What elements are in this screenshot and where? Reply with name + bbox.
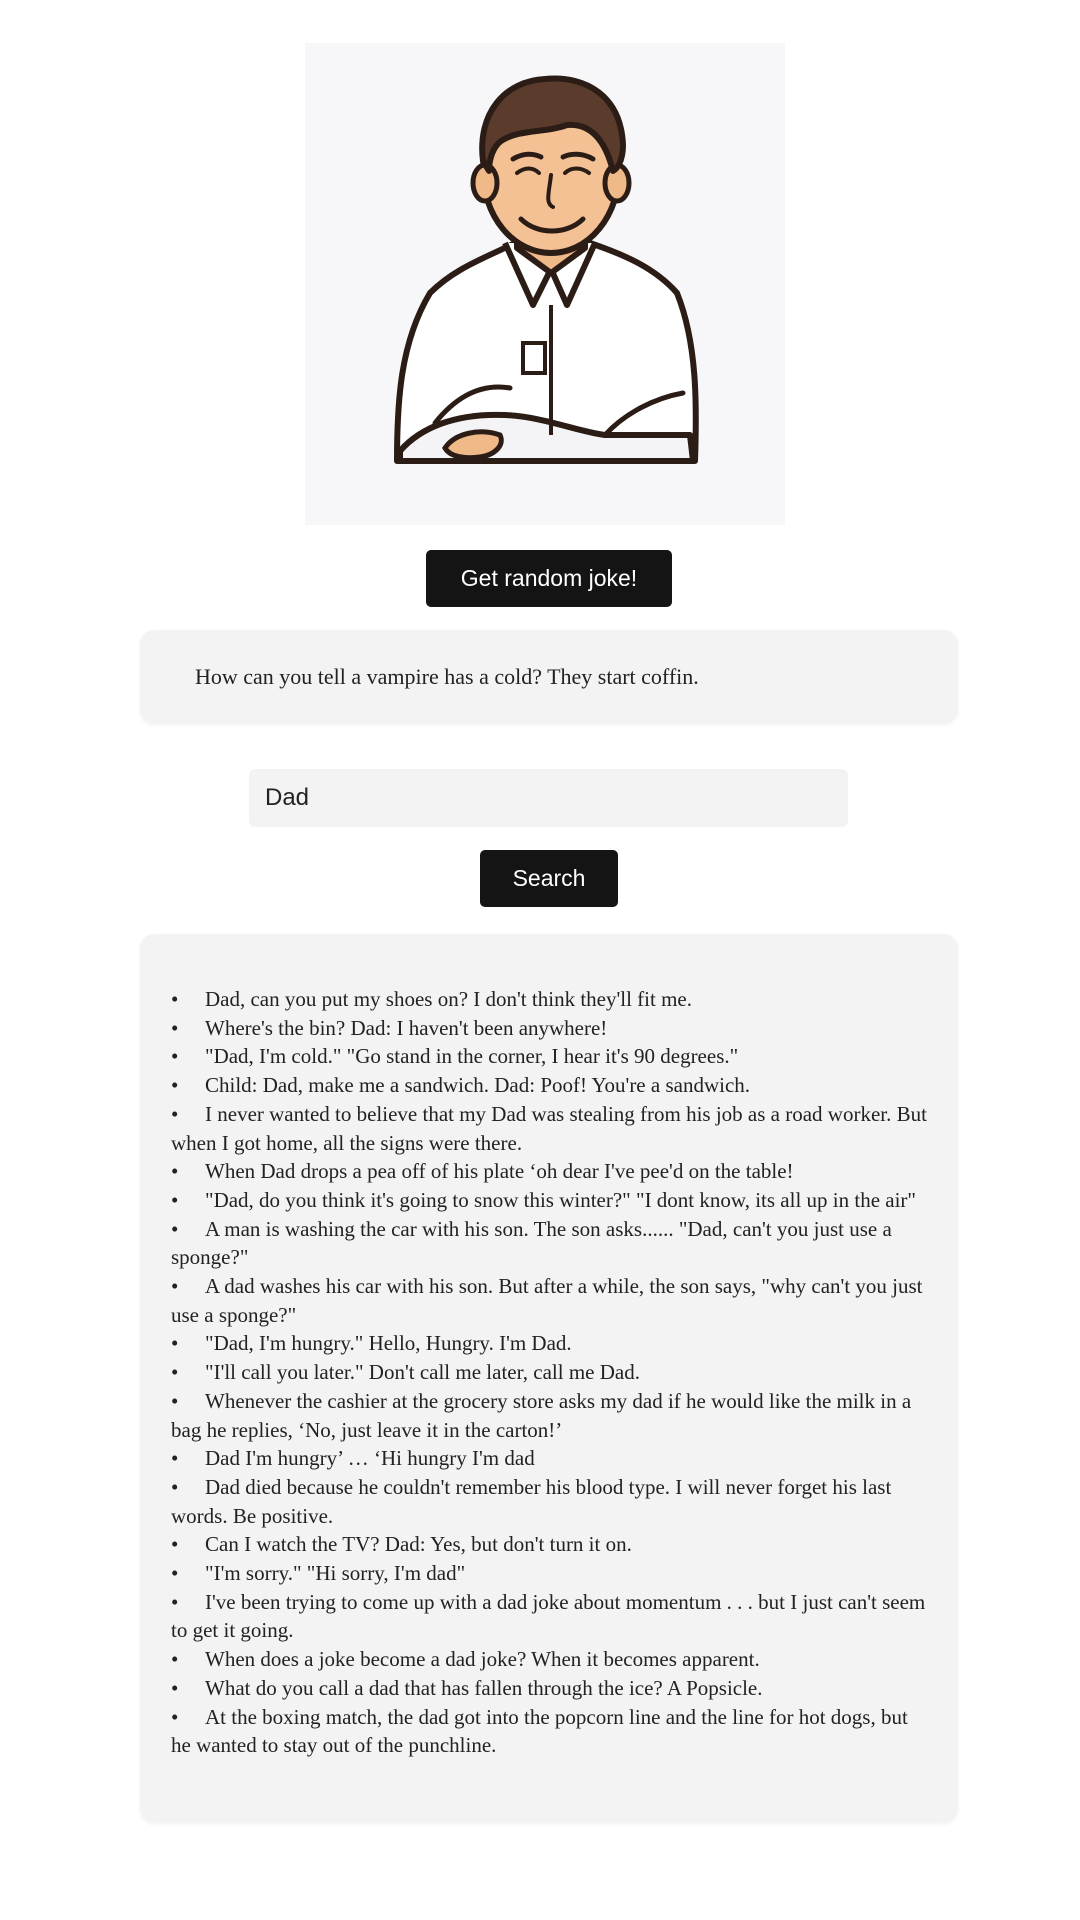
joke-list-text: Can I watch the TV? Dad: Yes, but don't … (205, 1532, 632, 1557)
bullet-icon: • (171, 1675, 179, 1700)
current-joke-card: How can you tell a vampire has a cold? T… (140, 630, 958, 723)
joke-list-item: • Child: Dad, make me a sandwich. Dad: Po… (171, 1071, 930, 1100)
bullet-icon: • (171, 1216, 179, 1241)
search-input[interactable] (249, 769, 848, 827)
bullet-icon: • (171, 1704, 179, 1729)
joke-list-text: When does a joke become a dad joke? When… (205, 1647, 760, 1672)
bullet-icon: • (171, 1101, 179, 1126)
joke-list-item: • Dad I'm hungry’ … ‘Hi hungry I'm dad (171, 1444, 930, 1473)
bullet-icon: • (171, 1561, 179, 1586)
joke-list-text: I've been trying to come up with a dad j… (171, 1589, 926, 1643)
joke-list-item: • "I'm sorry." "Hi sorry, I'm dad" (171, 1559, 930, 1588)
joke-list-item: • "Dad, I'm cold." "Go stand in the corne… (171, 1042, 930, 1071)
joke-list-text: Whenever the cashier at the grocery stor… (171, 1388, 912, 1442)
joke-list-text: Dad died because he couldn't remember hi… (171, 1474, 892, 1528)
joke-list-item: • I've been trying to come up with a dad … (171, 1588, 930, 1645)
joke-list-text: What do you call a dad that has fallen t… (205, 1675, 763, 1700)
bullet-icon: • (171, 987, 179, 1011)
joke-list-text: Dad, can you put my shoes on? I don't th… (205, 987, 692, 1011)
bullet-icon: • (171, 1274, 179, 1299)
joke-list-item: • "Dad, I'm hungry." Hello, Hungry. I'm D… (171, 1329, 930, 1358)
joke-list-text: "Dad, do you think it's going to snow th… (205, 1187, 916, 1212)
bullet-icon: • (171, 1073, 179, 1098)
joke-list-text: I never wanted to believe that my Dad wa… (171, 1101, 927, 1155)
joke-list-item: • Where's the bin? Dad: I haven't been an… (171, 1014, 930, 1043)
joke-list-text: Child: Dad, make me a sandwich. Dad: Poo… (205, 1073, 751, 1098)
current-joke-text: How can you tell a vampire has a cold? T… (195, 663, 699, 689)
bullet-icon: • (171, 1647, 179, 1672)
joke-list-text: Dad I'm hungry’ … ‘Hi hungry I'm dad (205, 1446, 535, 1471)
joke-list-item: • A dad washes his car with his son. But … (171, 1272, 930, 1329)
bullet-icon: • (171, 1159, 179, 1184)
bullet-icon: • (171, 1015, 179, 1040)
joke-list-text: When Dad drops a pea off of his plate ‘o… (205, 1159, 794, 1184)
joke-list-item: • When Dad drops a pea off of his plate ‘… (171, 1157, 930, 1186)
bullet-icon: • (171, 1474, 179, 1499)
dad-avatar-image (305, 43, 785, 525)
joke-list-item: • What do you call a dad that has fallen … (171, 1674, 930, 1703)
search-results-card: • Dad, can you put my shoes on? I don't t… (140, 934, 958, 1822)
joke-list-text: "Dad, I'm cold." "Go stand in the corner… (205, 1044, 739, 1069)
joke-list-item: • Whenever the cashier at the grocery sto… (171, 1387, 930, 1444)
joke-list-item: • Dad died because he couldn't remember h… (171, 1473, 930, 1530)
joke-list-item: • "Dad, do you think it's going to snow t… (171, 1186, 930, 1215)
joke-list-item: • Can I watch the TV? Dad: Yes, but don't… (171, 1530, 930, 1559)
dad-character-icon (394, 75, 699, 464)
joke-list-item: • "I'll call you later." Don't call me la… (171, 1358, 930, 1387)
search-results-list: • Dad, can you put my shoes on? I don't t… (171, 985, 930, 1760)
joke-list-item: • A man is washing the car with his son. … (171, 1215, 930, 1272)
joke-list-text: "I'll call you later." Don't call me lat… (205, 1360, 640, 1385)
search-button[interactable]: Search (480, 850, 618, 907)
bullet-icon: • (171, 1589, 179, 1614)
joke-list-text: "I'm sorry." "Hi sorry, I'm dad" (205, 1561, 466, 1586)
joke-list-item: • I never wanted to believe that my Dad w… (171, 1100, 930, 1157)
joke-list-text: "Dad, I'm hungry." Hello, Hungry. I'm Da… (205, 1331, 572, 1356)
bullet-icon: • (171, 1446, 179, 1471)
joke-list-text: A man is washing the car with his son. T… (171, 1216, 892, 1270)
bullet-icon: • (171, 1331, 179, 1356)
joke-list-text: A dad washes his car with his son. But a… (171, 1274, 923, 1327)
bullet-icon: • (171, 1187, 179, 1212)
joke-list-item: • When does a joke become a dad joke? Whe… (171, 1645, 930, 1674)
bullet-icon: • (171, 1532, 179, 1557)
get-random-joke-button[interactable]: Get random joke! (426, 550, 672, 607)
joke-list-item: • Dad, can you put my shoes on? I don't t… (171, 985, 930, 1014)
joke-list-item: • At the boxing match, the dad got into t… (171, 1703, 930, 1760)
bullet-icon: • (171, 1388, 179, 1413)
joke-list-text: At the boxing match, the dad got into th… (171, 1704, 908, 1758)
bullet-icon: • (171, 1044, 179, 1069)
joke-list-text: Where's the bin? Dad: I haven't been any… (205, 1015, 608, 1040)
bullet-icon: • (171, 1360, 179, 1385)
